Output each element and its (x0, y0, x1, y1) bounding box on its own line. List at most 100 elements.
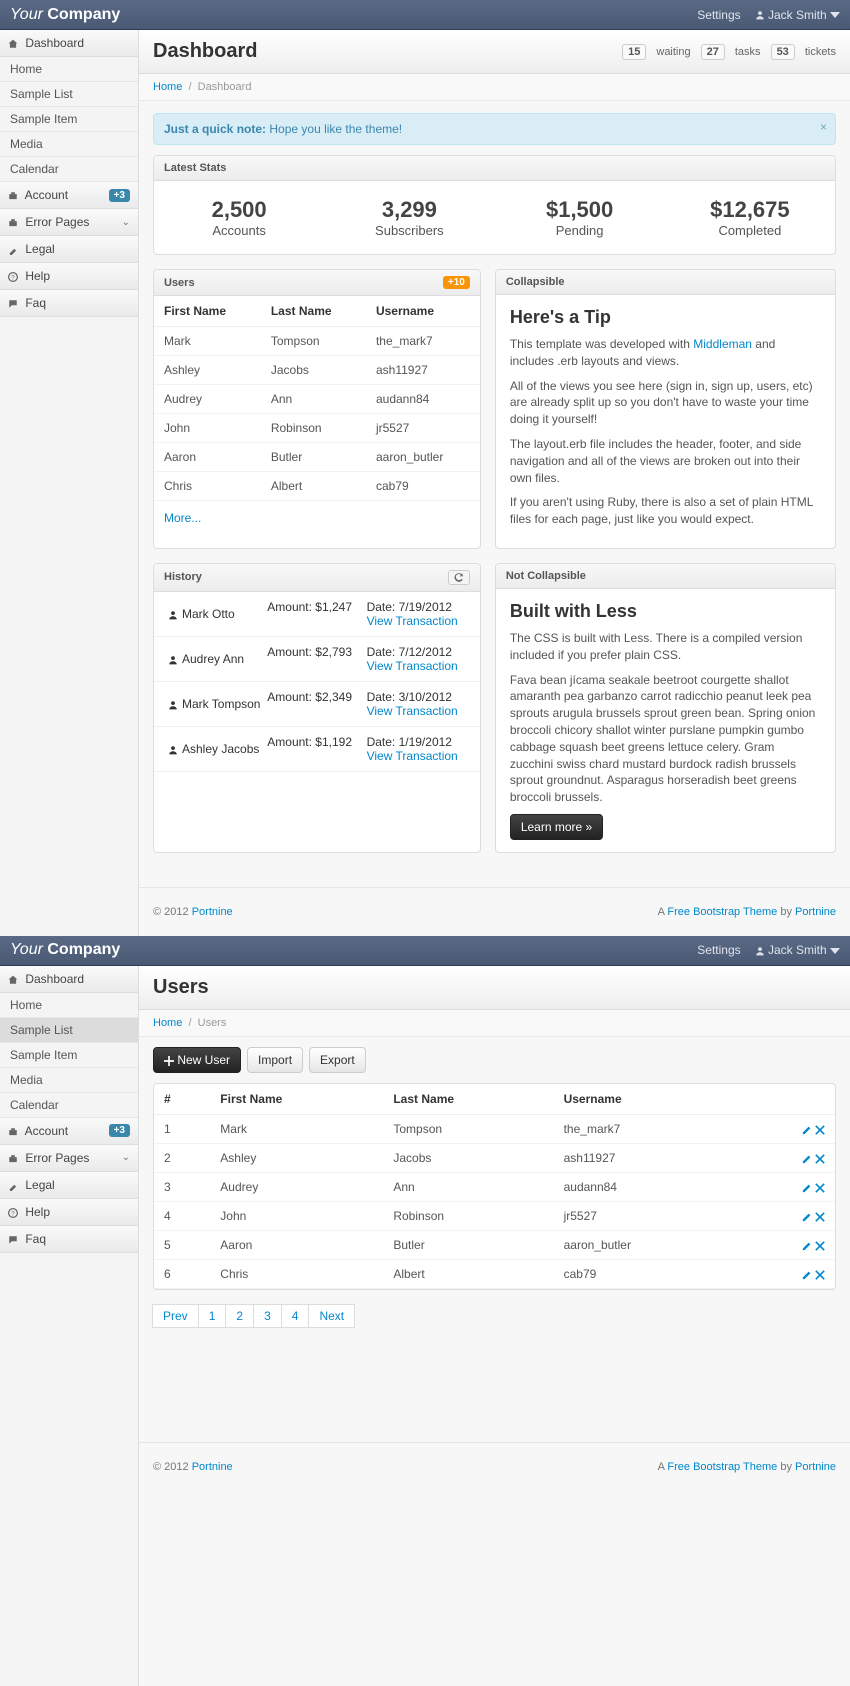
nav-group-error-pages[interactable]: Error Pages⌄ (0, 1145, 138, 1172)
nav-group-error-pages[interactable]: Error Pages⌄ (0, 209, 138, 236)
panel-header[interactable]: Collapsible (496, 270, 835, 295)
close-icon[interactable]: × (820, 120, 827, 134)
history-amount: Amount: $1,192 (267, 735, 366, 763)
page-4[interactable]: 4 (281, 1304, 310, 1328)
stat-label: Completed (665, 223, 835, 238)
delete-icon[interactable] (815, 1240, 825, 1252)
panel-title: Users (164, 277, 195, 289)
nav-group-dashboard[interactable]: Dashboard (0, 30, 138, 57)
user-menu[interactable]: Jack Smith (755, 8, 840, 22)
middleman-link[interactable]: Middleman (693, 337, 752, 351)
users-table-panel: #First NameLast NameUsername1MarkTompson… (153, 1083, 836, 1290)
nav-group-account[interactable]: Account+3 (0, 1118, 138, 1145)
portnine-link-2[interactable]: Portnine (795, 906, 836, 918)
user-icon (755, 943, 765, 957)
edit-icon[interactable] (802, 1153, 812, 1165)
nav-group-help[interactable]: ? Help (0, 1199, 138, 1226)
brief-icon (8, 1127, 18, 1138)
page-2[interactable]: 2 (225, 1304, 254, 1328)
more-link[interactable]: More... (164, 511, 201, 525)
stat: 2,500Accounts (154, 197, 324, 238)
nav-group-label: Legal (25, 1178, 54, 1192)
export-button[interactable]: Export (309, 1047, 366, 1073)
nav-group-legal[interactable]: Legal (0, 236, 138, 263)
table-row: AaronButleraaron_butler (154, 443, 480, 472)
nav-group-account[interactable]: Account+3 (0, 182, 138, 209)
brand[interactable]: Your Company (10, 941, 120, 959)
nav-group-faq[interactable]: Faq (0, 290, 138, 317)
nav-item-home[interactable]: Home (0, 993, 138, 1018)
pagination: Prev1234Next (153, 1304, 836, 1328)
brand[interactable]: Your Company (10, 6, 120, 24)
nav-item-media[interactable]: Media (0, 1068, 138, 1093)
col-header: Last Name (261, 296, 366, 327)
nav-item-calendar[interactable]: Calendar (0, 157, 138, 182)
edit-icon[interactable] (802, 1124, 812, 1136)
footer: © 2012 Portnine A Free Bootstrap Theme b… (139, 1442, 850, 1491)
user-menu[interactable]: Jack Smith (755, 943, 840, 957)
nav-group-help[interactable]: ? Help (0, 263, 138, 290)
topbar: Your Company Settings Jack Smith (0, 936, 850, 966)
crumb-home[interactable]: Home (153, 81, 182, 93)
page-next[interactable]: Next (308, 1304, 355, 1328)
theme-link[interactable]: Free Bootstrap Theme (667, 906, 777, 918)
copyright: © 2012 (153, 1461, 192, 1473)
view-transaction-link[interactable]: View Transaction (367, 659, 458, 673)
users-panel: Users+10 First NameLast NameUsernameMark… (153, 269, 481, 549)
stat: 3,299Subscribers (324, 197, 494, 238)
edit-icon[interactable] (802, 1211, 812, 1223)
nav-item-calendar[interactable]: Calendar (0, 1093, 138, 1118)
portnine-link[interactable]: Portnine (192, 906, 233, 918)
stat-value: $1,500 (495, 197, 665, 223)
settings-link[interactable]: Settings (697, 8, 740, 22)
page-prev[interactable]: Prev (152, 1304, 199, 1328)
portnine-link-2[interactable]: Portnine (795, 1461, 836, 1473)
nav-group-label: Account (25, 1124, 68, 1138)
view-transaction-link[interactable]: View Transaction (367, 614, 458, 628)
portnine-link[interactable]: Portnine (192, 1461, 233, 1473)
import-button[interactable]: Import (247, 1047, 303, 1073)
view-transaction-link[interactable]: View Transaction (367, 704, 458, 718)
learn-more-button[interactable]: Learn more » (510, 814, 603, 840)
delete-icon[interactable] (815, 1182, 825, 1194)
table-row: 5AaronButleraaron_butler (154, 1230, 835, 1259)
new-user-button[interactable]: New User (153, 1047, 241, 1073)
edit-icon[interactable] (802, 1269, 812, 1281)
nav-group-label: Dashboard (25, 36, 84, 50)
chat-icon (8, 299, 18, 310)
nav-group-dashboard[interactable]: Dashboard (0, 966, 138, 993)
delete-icon[interactable] (815, 1269, 825, 1281)
col-header: Last Name (383, 1084, 553, 1115)
nav-item-sample-list[interactable]: Sample List (0, 82, 138, 107)
delete-icon[interactable] (815, 1211, 825, 1223)
plus-icon (164, 1053, 174, 1067)
delete-icon[interactable] (815, 1124, 825, 1136)
crumb-current: Users (198, 1017, 227, 1029)
nav-item-home[interactable]: Home (0, 57, 138, 82)
nav-item-sample-list[interactable]: Sample List (0, 1018, 138, 1043)
delete-icon[interactable] (815, 1153, 825, 1165)
page-1[interactable]: 1 (198, 1304, 227, 1328)
edit-icon[interactable] (802, 1240, 812, 1252)
nav-group-label: Error Pages (25, 1151, 89, 1165)
theme-link[interactable]: Free Bootstrap Theme (667, 1461, 777, 1473)
page-3[interactable]: 3 (253, 1304, 282, 1328)
history-name: Ashley Jacobs (182, 742, 259, 756)
view-transaction-link[interactable]: View Transaction (367, 749, 458, 763)
nav-item-media[interactable]: Media (0, 132, 138, 157)
nav-item-sample-item[interactable]: Sample Item (0, 107, 138, 132)
history-amount: Amount: $1,247 (267, 600, 366, 628)
nav-group-label: Faq (25, 296, 46, 310)
refresh-button[interactable] (448, 570, 470, 585)
history-amount: Amount: $2,793 (267, 645, 366, 673)
settings-link[interactable]: Settings (697, 943, 740, 957)
crumb-home[interactable]: Home (153, 1017, 182, 1029)
history-date: Date: 7/19/2012 (367, 600, 466, 614)
pill-label: tickets (805, 46, 836, 58)
history-date: Date: 3/10/2012 (367, 690, 466, 704)
nav-item-sample-item[interactable]: Sample Item (0, 1043, 138, 1068)
nav-group-legal[interactable]: Legal (0, 1172, 138, 1199)
panel-title: History (164, 571, 202, 583)
edit-icon[interactable] (802, 1182, 812, 1194)
history-name: Mark Otto (182, 607, 235, 621)
